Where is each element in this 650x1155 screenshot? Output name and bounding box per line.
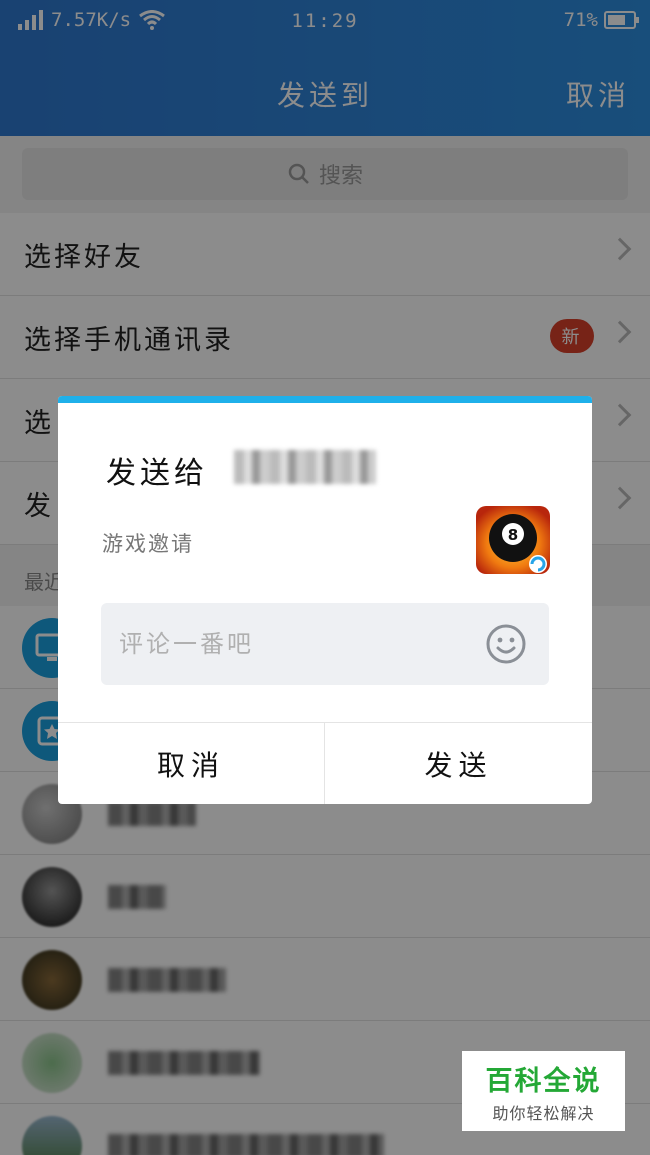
recipient-name-blurred [234, 450, 376, 484]
send-button[interactable]: 发送 [325, 723, 592, 804]
watermark-logo: 百科全说 助你轻松解决 [462, 1051, 625, 1131]
dialog-description: 游戏邀请 [102, 532, 194, 556]
watermark-title: 百科全说 [485, 1065, 602, 1097]
8-ball-icon: 8 [476, 506, 550, 574]
cancel-button[interactable]: 取消 [58, 723, 325, 804]
watermark-subtitle: 助你轻松解决 [492, 1103, 595, 1123]
svg-text:8: 8 [508, 526, 518, 544]
comment-input[interactable] [101, 603, 481, 685]
comment-box [101, 603, 549, 685]
dialog-title: 发送给 [106, 456, 208, 491]
emoji-icon[interactable] [485, 623, 527, 665]
dialog-accent-bar [58, 396, 592, 403]
send-dialog: 发送给 游戏邀请 8 取消 发送 [58, 396, 592, 804]
